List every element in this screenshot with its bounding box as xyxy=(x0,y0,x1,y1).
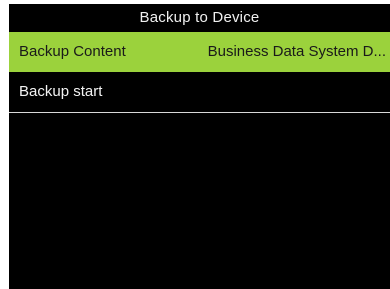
empty-list-area xyxy=(9,113,390,288)
device-screen: Backup to Device Backup Content Business… xyxy=(9,4,390,289)
page-title: Backup to Device xyxy=(139,9,260,26)
menu-item-label: Backup Content xyxy=(19,43,126,60)
menu-item-value: Business Data System D... xyxy=(207,43,386,60)
menu-item-backup-start[interactable]: Backup start xyxy=(9,72,390,113)
menu-item-label: Backup start xyxy=(19,83,103,100)
menu-item-backup-content[interactable]: Backup Content Business Data System D... xyxy=(9,32,390,72)
